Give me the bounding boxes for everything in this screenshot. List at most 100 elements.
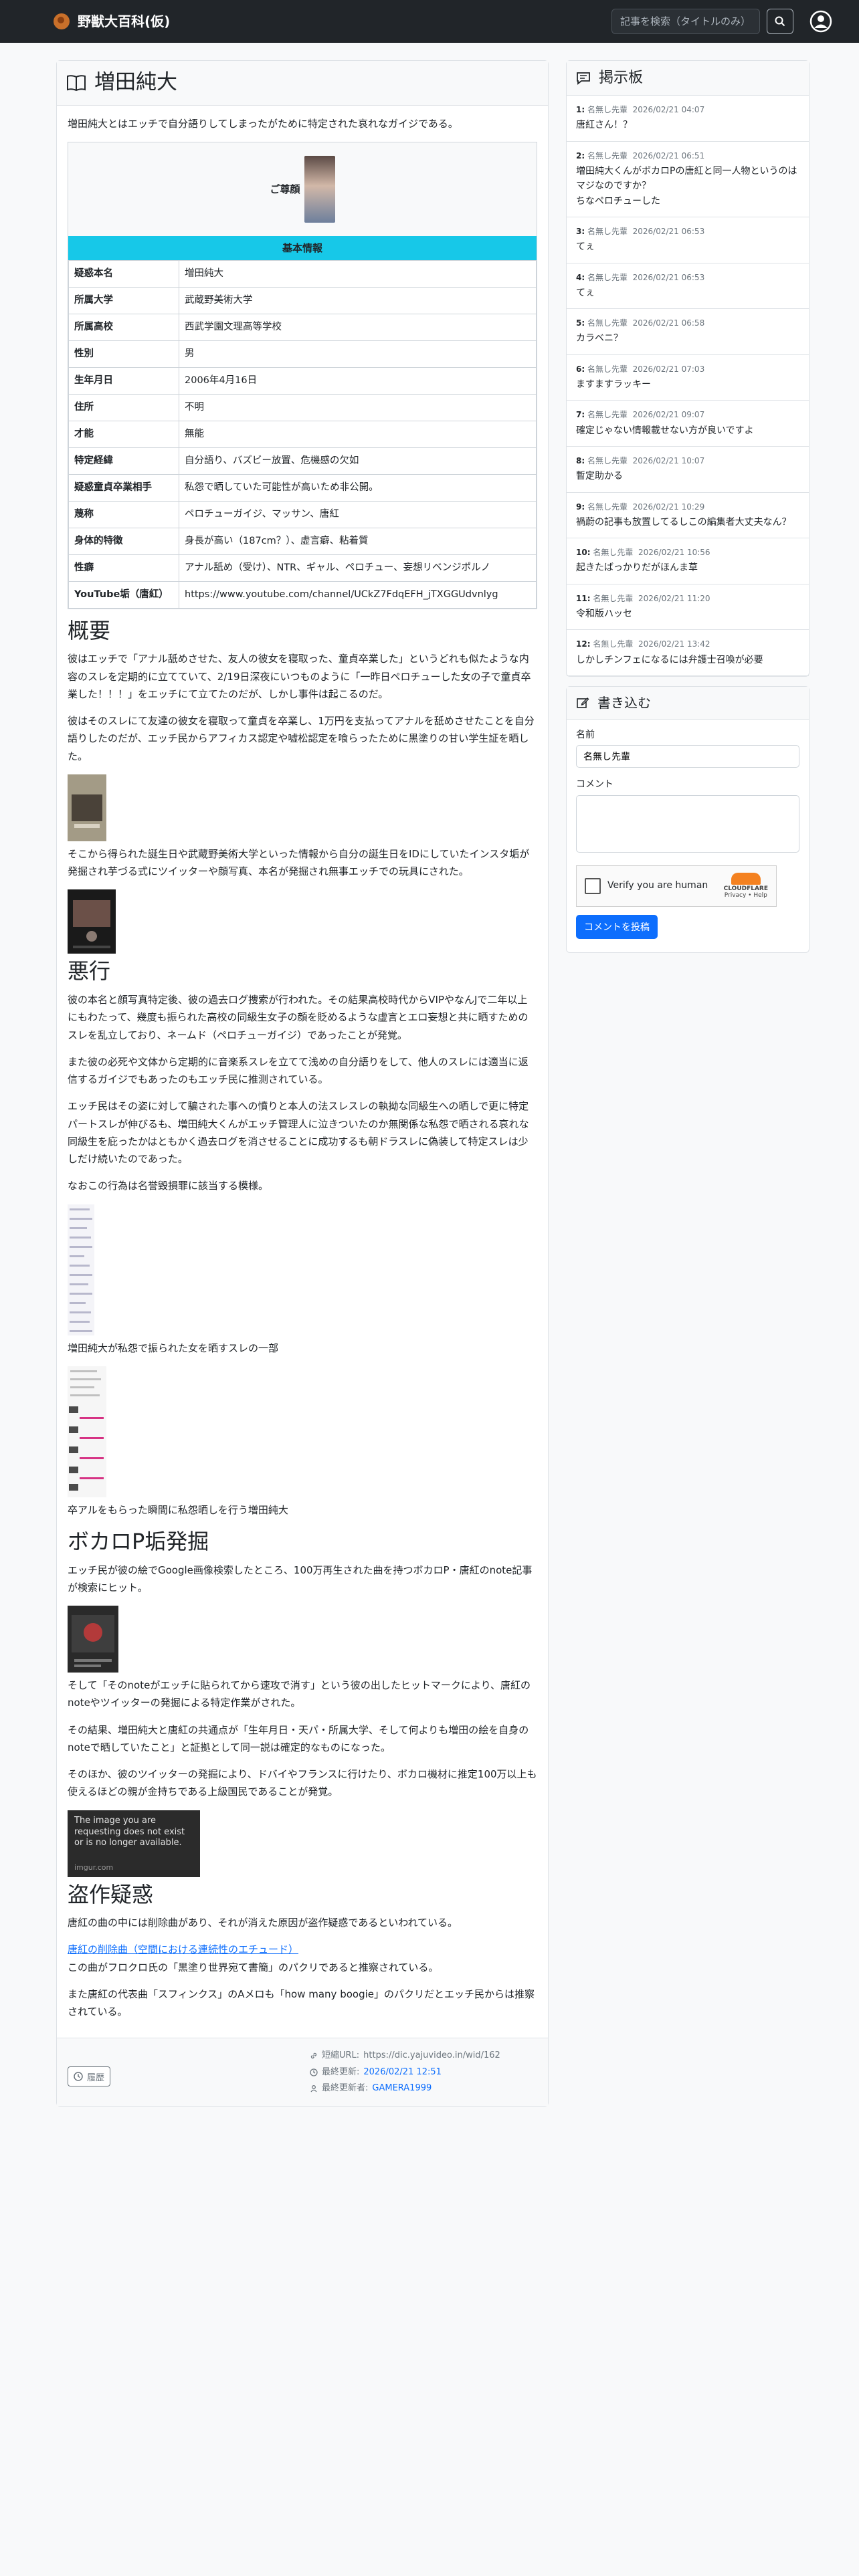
- navbar: 野獣大百科(仮): [0, 0, 859, 43]
- infobox-value: 2006年4月16日: [179, 366, 537, 395]
- board-post: 12: 名無し先輩 2026/02/21 13:42 しかしチンフェになるには弁護…: [567, 630, 809, 676]
- post-date: 2026/02/21 06:53: [632, 272, 705, 282]
- post-number[interactable]: 6:: [576, 364, 585, 374]
- pencil-square-icon: [577, 697, 589, 708]
- nav-search-area: [611, 9, 832, 34]
- post-author: 名無し先輩: [587, 150, 628, 160]
- post-date: 2026/02/21 11:20: [638, 593, 710, 603]
- post-number[interactable]: 7:: [576, 410, 585, 419]
- paragraph: 彼はそのスレにて友達の彼女を寝取って童貞を卒業し、1万円を支払ってアナルを舐めさ…: [68, 715, 535, 762]
- post-meta: 2: 名無し先輩 2026/02/21 06:51: [576, 150, 799, 163]
- post-number[interactable]: 1:: [576, 105, 585, 114]
- search-button[interactable]: [767, 9, 793, 34]
- post-body: 確定じゃない情報載せない方が良いですよ: [576, 425, 754, 436]
- infobox-row: 住所 不明: [68, 393, 537, 421]
- infobox-value: 無能: [179, 420, 537, 448]
- photo-caption: ご尊顔: [270, 183, 300, 195]
- updated-label: 最終更新:: [322, 2066, 360, 2077]
- post-date: 2026/02/21 06:51: [632, 150, 705, 160]
- comment-textarea[interactable]: [576, 794, 799, 853]
- post-body: 増田純大くんがボカロPの唐紅と同一人物というのはマジなのですか？ ちなペロチュー…: [576, 165, 797, 207]
- post-number[interactable]: 4:: [576, 273, 585, 282]
- short-url-value[interactable]: https://dic.yajuvideo.in/wid/162: [363, 2048, 500, 2064]
- infobox-key: 疑惑童貞卒業相手: [68, 473, 179, 502]
- board-post: 6: 名無し先輩 2026/02/21 07:03 ますますラッキー: [567, 355, 809, 401]
- post-body: てぇ: [576, 287, 595, 298]
- cloudflare-cloud-icon: [731, 872, 761, 885]
- post-author: 名無し先輩: [587, 272, 628, 282]
- infobox-key: 疑惑本名: [68, 259, 179, 288]
- infobox-key: 特定経緯: [68, 447, 179, 475]
- infobox-value: 増田純大: [179, 259, 537, 288]
- infobox-row: 性別男: [68, 340, 537, 368]
- section-title-plagiarism: 盗作疑惑: [68, 1881, 154, 1907]
- post-number[interactable]: 10:: [576, 548, 591, 557]
- brand[interactable]: 野獣大百科(仮): [54, 11, 170, 32]
- post-author: 名無し先輩: [587, 318, 628, 328]
- name-input[interactable]: [576, 745, 799, 768]
- article-lead: 増田純大とはエッチで自分語りしてしまったがために特定された哀れなガイジである。: [68, 117, 458, 130]
- post-date: 2026/02/21 07:03: [632, 364, 705, 374]
- post-author: 名無し先輩: [587, 456, 628, 466]
- post-meta: 4: 名無し先輩 2026/02/21 06:53: [576, 272, 799, 284]
- search-input[interactable]: [611, 9, 760, 34]
- imgur-placeholder-image[interactable]: The image you are requesting does not ex…: [68, 1810, 200, 1877]
- infobox-key: 所属高校: [68, 313, 179, 341]
- post-meta: 1: 名無し先輩 2026/02/21 04:07: [576, 104, 799, 116]
- user-account-icon[interactable]: [809, 10, 832, 33]
- captcha-label: Verify you are human: [607, 880, 708, 891]
- infobox-key: 性癖: [68, 554, 179, 582]
- post-number[interactable]: 5:: [576, 318, 585, 328]
- note-article-image[interactable]: [68, 1606, 118, 1673]
- student-id-image[interactable]: [68, 774, 106, 841]
- history-button[interactable]: 履歴: [68, 2066, 111, 2087]
- board-post: 1: 名無し先輩 2026/02/21 04:07 唐紅さん！？: [567, 96, 809, 142]
- board-post: 8: 名無し先輩 2026/02/21 10:07 暫定助かる: [567, 447, 809, 493]
- post-author: 名無し先輩: [593, 639, 634, 649]
- post-number[interactable]: 12:: [576, 639, 591, 649]
- infobox-row: 所属大学 武蔵野美術大学: [68, 286, 537, 314]
- yearbook-thread-image[interactable]: [68, 1366, 106, 1497]
- post-number[interactable]: 8:: [576, 456, 585, 465]
- post-author: 名無し先輩: [587, 227, 628, 237]
- post-author: 名無し先輩: [593, 548, 634, 558]
- thread-screenshot-image[interactable]: [68, 1204, 94, 1335]
- post-meta: 3: 名無し先輩 2026/02/21 06:53: [576, 225, 799, 238]
- image-caption: 増田純大が私怨で振られた女を晒すスレの一部: [68, 1341, 279, 1354]
- infobox-value: 不明: [179, 393, 537, 421]
- cloudflare-links[interactable]: Privacy • Help: [725, 892, 767, 899]
- search-icon: [775, 16, 785, 27]
- meta-updated: 最終更新: 2026/02/21 12:51: [310, 2064, 537, 2080]
- post-date: 2026/02/21 10:07: [632, 456, 705, 466]
- post-number[interactable]: 11:: [576, 594, 591, 603]
- paragraph: なおこの行為は名誉毀損罪に該当する模様。: [68, 1180, 269, 1192]
- board-post: 10: 名無し先輩 2026/02/21 10:56 起きたばっかりだがほんま草: [567, 538, 809, 584]
- post-date: 2026/02/21 09:07: [632, 410, 705, 420]
- infobox-value: 武蔵野美術大学: [179, 286, 537, 314]
- imgur-message: The image you are requesting does not ex…: [74, 1815, 185, 1848]
- infobox-row: 蔑称 ペロチューガイジ、マッサン、唐紅: [68, 500, 537, 528]
- post-author: 名無し先輩: [587, 502, 628, 512]
- submit-comment-button[interactable]: コメントを投稿: [576, 914, 658, 939]
- article-body: 増田純大とはエッチで自分語りしてしまったがために特定された哀れなガイジである。 …: [57, 106, 548, 2038]
- updater-link[interactable]: GAMERA1999: [372, 2080, 432, 2097]
- post-date: 2026/02/21 10:56: [638, 548, 710, 558]
- post-number[interactable]: 3:: [576, 227, 585, 236]
- comment-form-title: 書き込む: [597, 694, 651, 711]
- board-card: 掲示板 1: 名無し先輩 2026/02/21 04:07 唐紅さん！？ 2: 名無…: [566, 60, 809, 677]
- post-number[interactable]: 9:: [576, 502, 585, 512]
- instagram-screenshot-image[interactable]: [68, 889, 116, 954]
- captcha-checkbox[interactable]: [585, 877, 601, 894]
- paragraph: また唐紅の代表曲「スフィンクス」のAメロも「how many boogie」のパ…: [68, 1988, 535, 2018]
- paragraph: そして「そのnoteがエッチに貼られてから速攻で消す」という彼の出したヒットマー…: [68, 1679, 531, 1709]
- infobox-row: 疑惑本名 増田純大: [68, 259, 537, 288]
- infobox: ご尊顔 基本情報 疑惑本名 増田純大 所属大学 武蔵野美術大学 所属高校 西武学園文理高等…: [68, 141, 537, 609]
- beast-logo-icon: [54, 13, 70, 29]
- post-number[interactable]: 2:: [576, 151, 585, 160]
- post-date: 2026/02/21 10:29: [632, 502, 705, 512]
- paragraph: 彼の本名と顔写真特定後、彼の過去ログ捜索が行われた。その結果高校時代からVIPや…: [68, 994, 529, 1041]
- infobox-value: https://www.youtube.com/channel/UCkZ7Fdq…: [179, 580, 537, 609]
- article-card: 増田純大 増田純大とはエッチで自分語りしてしまったがために特定された哀れなガイジ…: [56, 60, 549, 2107]
- history-clock-icon: [74, 2072, 83, 2082]
- deleted-song-link[interactable]: 唐紅の削除曲（空間における連続性のエチュード）: [68, 1943, 298, 1955]
